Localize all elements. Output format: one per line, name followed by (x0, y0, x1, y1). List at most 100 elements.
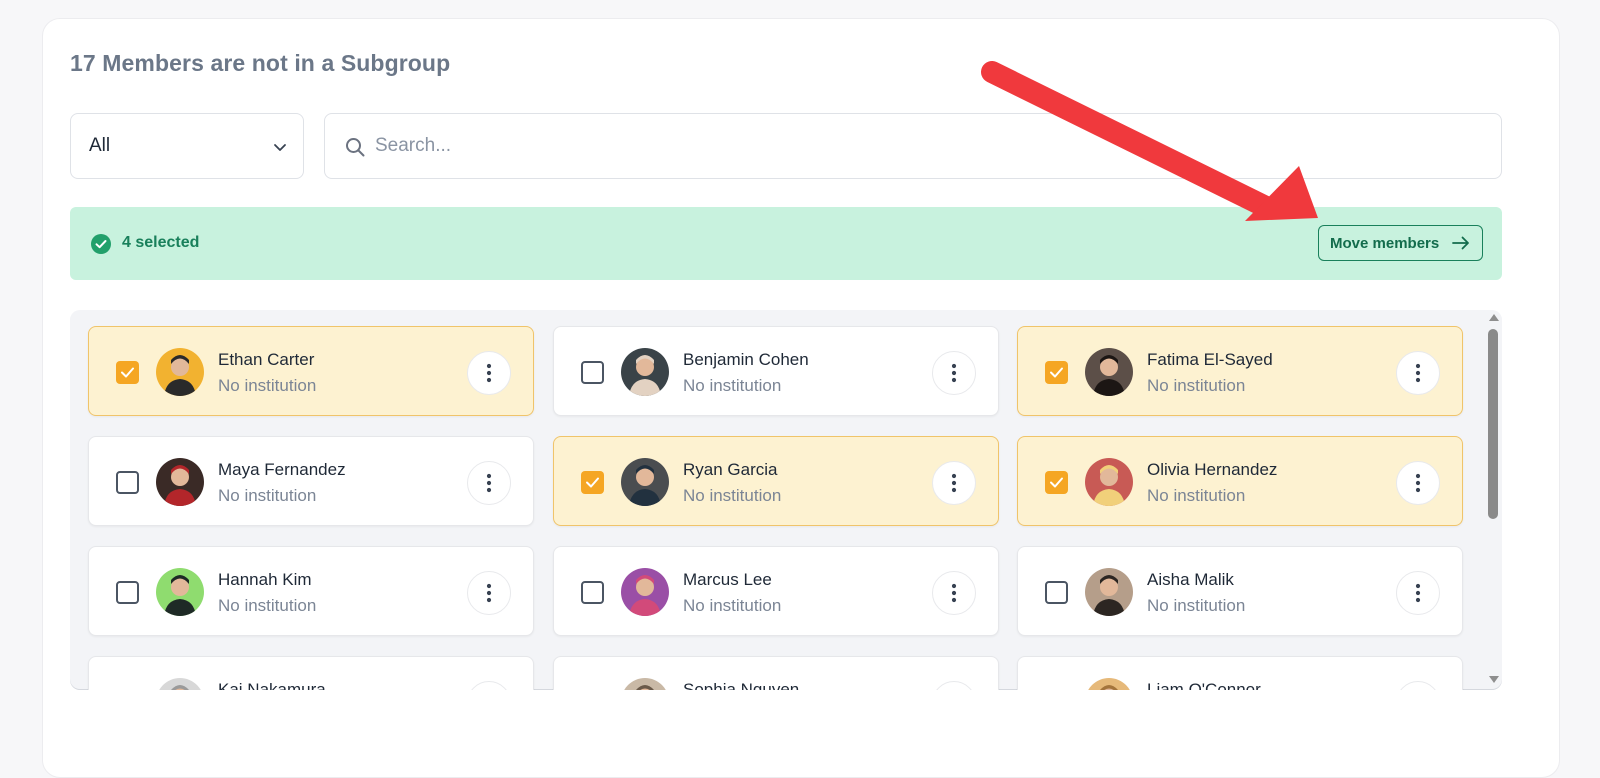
filter-select-value: All (89, 135, 111, 156)
member-card[interactable]: Olivia Hernandez No institution (1017, 436, 1463, 526)
member-menu-button[interactable] (932, 351, 976, 395)
more-vertical-icon (951, 363, 957, 383)
member-menu-button[interactable] (932, 681, 976, 690)
member-menu-button[interactable] (1396, 461, 1440, 505)
member-menu-button[interactable] (932, 571, 976, 615)
avatar (156, 348, 204, 396)
member-card[interactable]: Hannah Kim No institution (88, 546, 534, 636)
member-menu-button[interactable] (467, 461, 511, 505)
avatar-image (621, 348, 669, 396)
member-card[interactable]: Ryan Garcia No institution (553, 436, 999, 526)
arrow-right-icon (1452, 236, 1469, 250)
move-members-label: Move members (1330, 234, 1440, 252)
avatar (1085, 678, 1133, 690)
member-institution: No institution (1147, 486, 1246, 505)
member-card[interactable]: Fatima El-Sayed No institution (1017, 326, 1463, 416)
member-name: Benjamin Cohen (683, 350, 809, 369)
member-checkbox[interactable] (116, 361, 139, 384)
member-menu-button[interactable] (1396, 571, 1440, 615)
member-menu-button[interactable] (1396, 681, 1440, 690)
avatar-image (1085, 568, 1133, 616)
avatar-image (1085, 458, 1133, 506)
member-checkbox[interactable] (116, 471, 139, 494)
member-checkbox[interactable] (1045, 361, 1068, 384)
member-card[interactable]: Liam O'ConnorNo institution (1017, 656, 1463, 690)
avatar-image (156, 458, 204, 506)
more-vertical-icon (486, 363, 492, 383)
member-grid-scrollbar[interactable] (1484, 312, 1502, 688)
member-card[interactable]: Marcus Lee No institution (553, 546, 999, 636)
avatar-image (621, 678, 669, 690)
avatar (621, 678, 669, 690)
check-circle-icon (91, 234, 111, 254)
scroll-up-arrow[interactable] (1489, 314, 1499, 321)
more-vertical-icon (1415, 473, 1421, 493)
member-card[interactable]: Benjamin Cohen No institution (553, 326, 999, 416)
page-background (0, 0, 1600, 14)
member-checkbox[interactable] (581, 581, 604, 604)
member-card[interactable]: Maya Fernandez No institution (88, 436, 534, 526)
scroll-down-arrow[interactable] (1489, 676, 1499, 683)
member-name: Sophia Nguyen (683, 680, 800, 690)
more-vertical-icon (951, 583, 957, 603)
filter-select[interactable]: All (70, 113, 304, 179)
member-checkbox[interactable] (1045, 471, 1068, 494)
more-vertical-icon (486, 473, 492, 493)
avatar-image (1085, 678, 1133, 690)
member-card[interactable]: Aisha Malik No institution (1017, 546, 1463, 636)
avatar (156, 458, 204, 506)
member-card[interactable]: Sophia NguyenNo institution (553, 656, 999, 690)
member-institution: No institution (1147, 376, 1246, 395)
avatar (156, 568, 204, 616)
member-checkbox[interactable] (581, 361, 604, 384)
member-menu-button[interactable] (467, 571, 511, 615)
move-members-button[interactable]: Move members (1318, 225, 1483, 261)
member-menu-button[interactable] (1396, 351, 1440, 395)
member-name: Aisha Malik (1147, 570, 1234, 589)
avatar-image (156, 568, 204, 616)
member-institution: No institution (683, 376, 782, 395)
member-menu-button[interactable] (467, 681, 511, 690)
more-vertical-icon (1415, 583, 1421, 603)
member-name: Ethan Carter (218, 350, 315, 369)
avatar-image (1085, 348, 1133, 396)
member-menu-button[interactable] (932, 461, 976, 505)
member-name: Maya Fernandez (218, 460, 346, 479)
selected-count: 4 selected (122, 234, 200, 251)
member-checkbox[interactable] (581, 471, 604, 494)
search-icon (346, 138, 365, 157)
avatar-image (621, 458, 669, 506)
member-card[interactable]: Ethan Carter No institution (88, 326, 534, 416)
member-name: Liam O'Connor (1147, 680, 1261, 690)
selection-bar: 4 selected Move members (70, 207, 1502, 280)
avatar-image (621, 568, 669, 616)
member-institution: No institution (218, 596, 317, 615)
scroll-thumb[interactable] (1488, 329, 1498, 519)
member-institution: No institution (218, 376, 317, 395)
avatar-image (156, 678, 204, 690)
avatar (621, 458, 669, 506)
avatar (1085, 568, 1133, 616)
avatar-image (156, 348, 204, 396)
member-checkbox[interactable] (1045, 581, 1068, 604)
member-institution: No institution (683, 596, 782, 615)
chevron-down-icon (274, 144, 286, 151)
member-name: Marcus Lee (683, 570, 772, 589)
member-institution: No institution (218, 486, 317, 505)
member-institution: No institution (1147, 596, 1246, 615)
avatar (1085, 458, 1133, 506)
check-icon (121, 367, 134, 378)
avatar (621, 348, 669, 396)
search-box[interactable] (324, 113, 1502, 179)
member-name: Fatima El-Sayed (1147, 350, 1273, 369)
member-grid: Ethan Carter No institution Benjamin Cohen… (70, 310, 1502, 690)
check-icon (586, 477, 599, 488)
search-input[interactable] (375, 124, 1475, 168)
check-icon (1050, 367, 1063, 378)
member-menu-button[interactable] (467, 351, 511, 395)
member-card[interactable]: Kai NakamuraNo institution (88, 656, 534, 690)
more-vertical-icon (1415, 363, 1421, 383)
member-name: Ryan Garcia (683, 460, 778, 479)
member-checkbox[interactable] (116, 581, 139, 604)
avatar (156, 678, 204, 690)
